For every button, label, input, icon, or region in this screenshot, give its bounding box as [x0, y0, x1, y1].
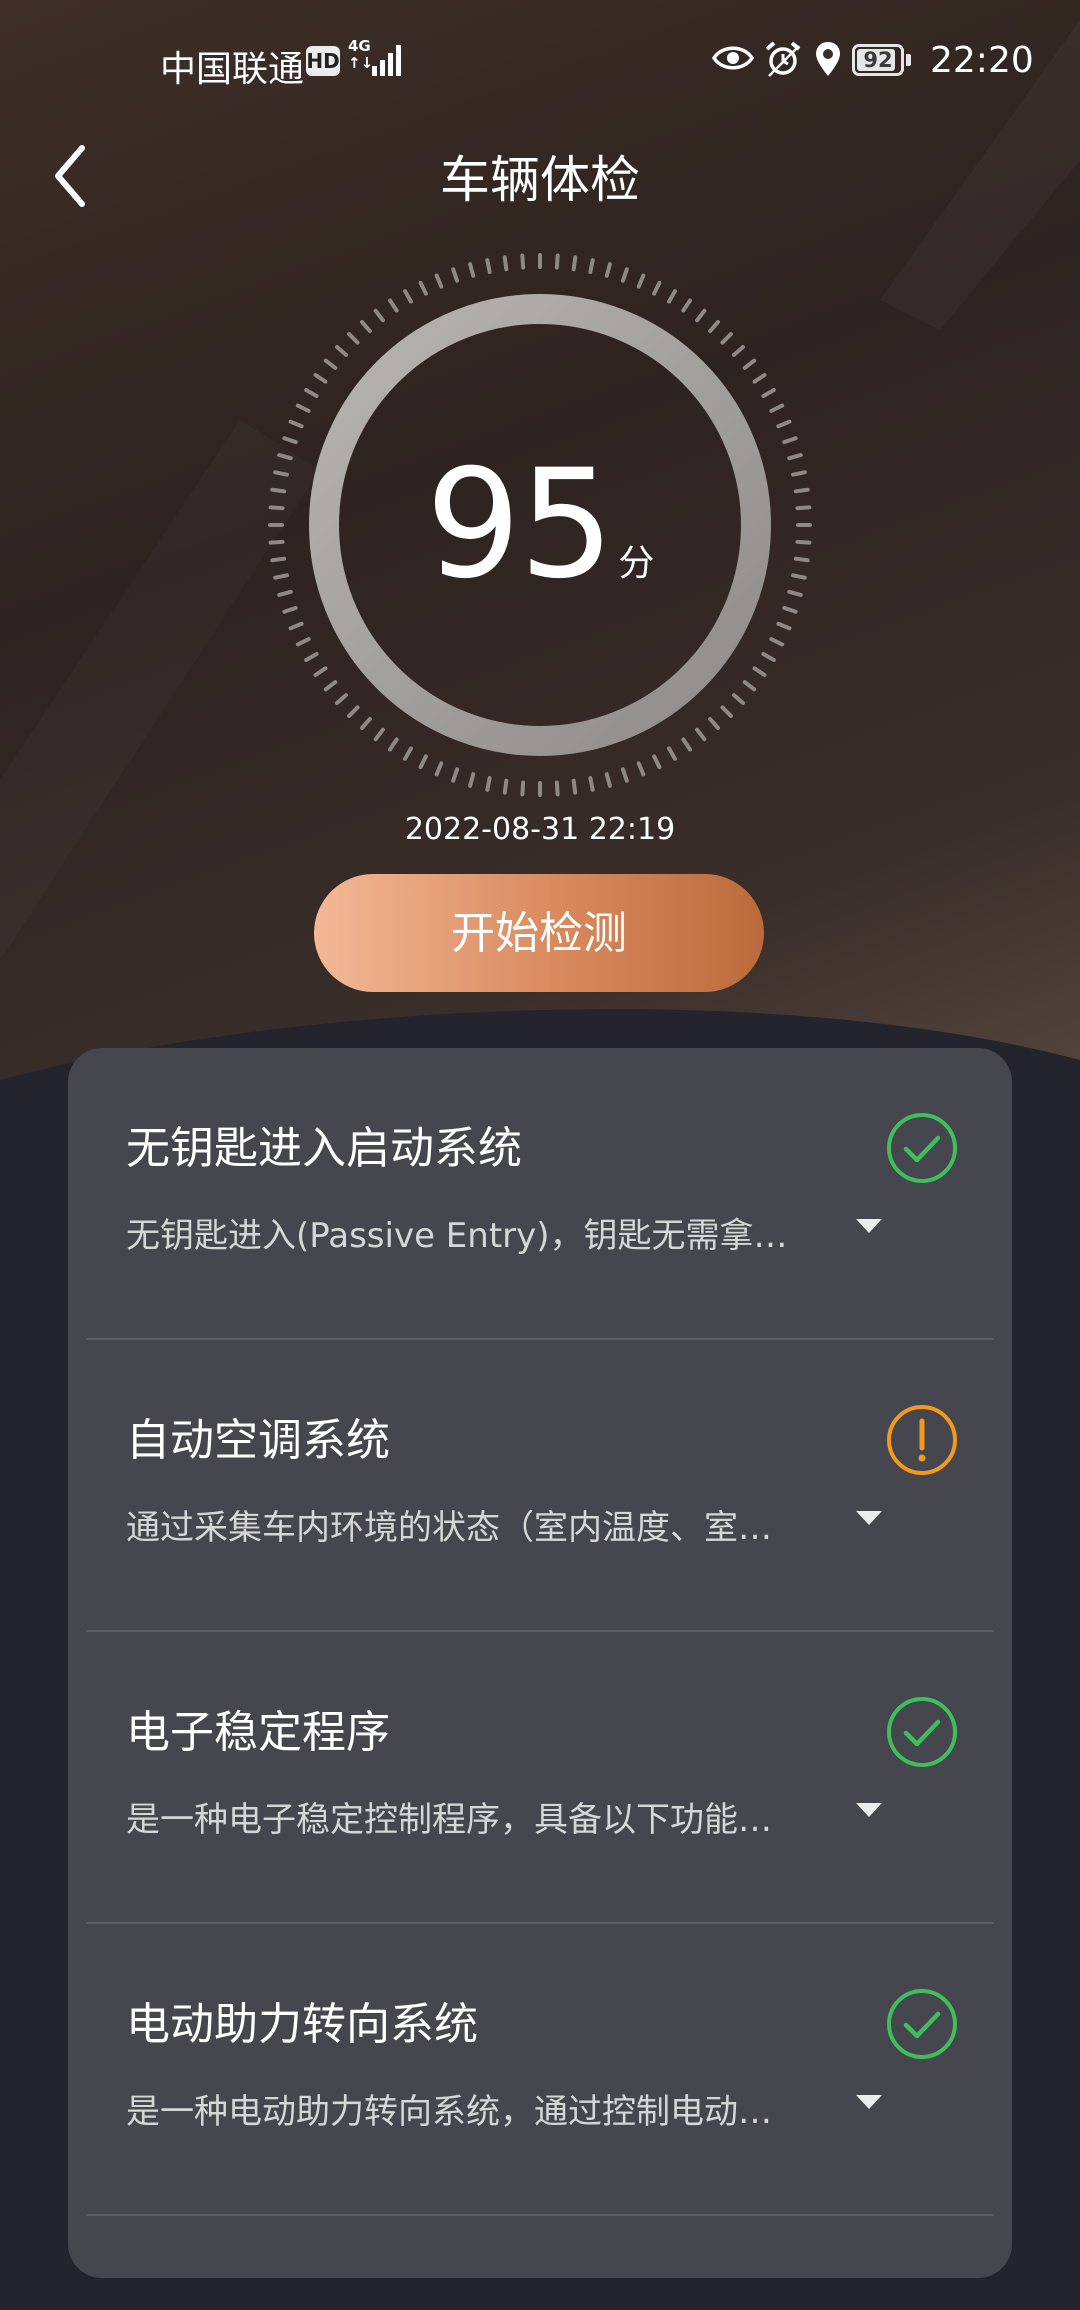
check-items-card: 无钥匙进入启动系统 无钥匙进入(Passive Entry)，钥匙无需拿… 自动…: [68, 1048, 1012, 2278]
check-item-eps[interactable]: 电动助力转向系统 是一种电动助力转向系统，通过控制电动…: [68, 1924, 1012, 2216]
item-title: 自动空调系统: [126, 1415, 390, 1466]
check-item-keyless-entry[interactable]: 无钥匙进入启动系统 无钥匙进入(Passive Entry)，钥匙无需拿…: [68, 1048, 1012, 1340]
check-item-esp[interactable]: 电子稳定程序 是一种电子稳定控制程序，具备以下功能…: [68, 1632, 1012, 1924]
eye-comfort-icon: [712, 46, 754, 70]
page-title: 车辆体检: [440, 151, 640, 209]
network-type-label: 4G: [348, 37, 371, 55]
start-check-button[interactable]: 开始检测: [314, 874, 764, 992]
item-description: 是一种电子稳定控制程序，具备以下功能…: [126, 1800, 772, 1840]
alarm-icon: [765, 41, 801, 77]
battery-icon: 92: [852, 44, 904, 76]
location-icon: [816, 42, 840, 76]
expand-down-icon[interactable]: [854, 1214, 884, 1238]
item-description: 通过采集车内环境的状态（室内温度、室…: [126, 1508, 772, 1548]
check-circle-icon: [887, 1697, 957, 1767]
item-description: 是一种电动助力转向系统，通过控制电动…: [126, 2092, 772, 2132]
item-divider: [86, 2214, 994, 2216]
carrier-name: 中国联通: [160, 49, 305, 90]
hd-icon: HD: [306, 46, 340, 76]
item-title: 电子稳定程序: [126, 1707, 390, 1758]
battery-tip: [906, 54, 911, 66]
expand-down-icon[interactable]: [854, 1506, 884, 1530]
score-display: 95 分: [265, 250, 815, 800]
status-bar: 中国联通 HD 4G ↑↓ 92 22:20: [0, 30, 1080, 100]
score-gauge: 95 分: [265, 250, 815, 800]
check-item-auto-ac[interactable]: 自动空调系统 通过采集车内环境的状态（室内温度、室…: [68, 1340, 1012, 1632]
check-circle-icon: [887, 1989, 957, 2059]
signal-icon: [372, 45, 401, 76]
item-title: 电动助力转向系统: [126, 1999, 478, 2050]
expand-down-icon[interactable]: [854, 2090, 884, 2114]
item-description: 无钥匙进入(Passive Entry)，钥匙无需拿…: [126, 1216, 788, 1256]
expand-down-icon[interactable]: [854, 1798, 884, 1822]
check-circle-icon: [887, 1113, 957, 1183]
score-unit: 分: [618, 543, 655, 584]
score-value: 95: [425, 438, 615, 612]
battery-level: 92: [863, 48, 893, 72]
warning-circle-icon: [887, 1405, 957, 1475]
clock: 22:20: [930, 40, 1034, 81]
item-title: 无钥匙进入启动系统: [126, 1123, 522, 1174]
check-timestamp: 2022-08-31 22:19: [404, 812, 676, 847]
